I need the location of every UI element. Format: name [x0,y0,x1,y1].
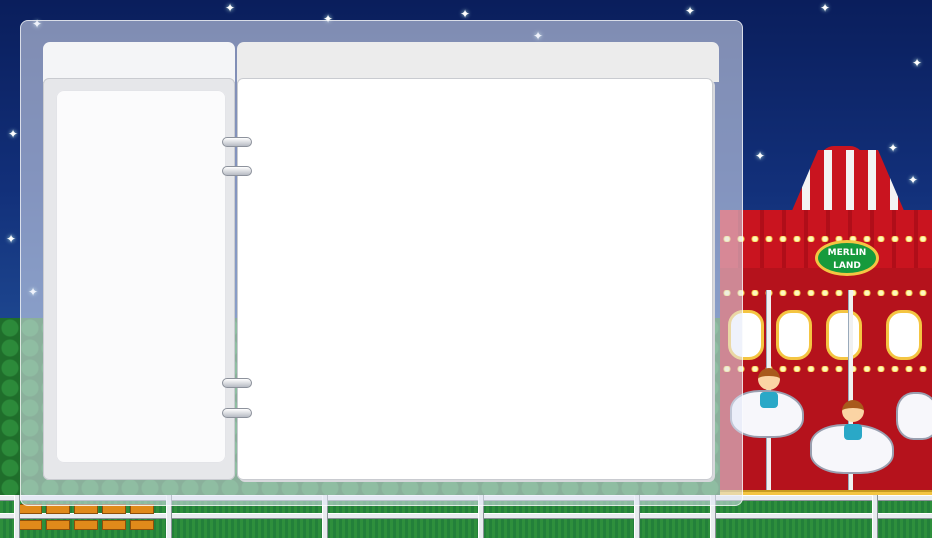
right-page-header [237,42,719,82]
fence-board [74,520,98,530]
fence-post [14,495,20,538]
fence-board [130,520,154,530]
right-content-area[interactable] [237,78,713,480]
carousel-mirror [886,310,922,360]
sign-line-2: LAND [833,261,861,271]
fence-board [18,520,42,530]
binder-ring-icon [222,408,252,418]
star-icon: ✦ [820,1,831,15]
merlin-land-sign: MERLIN LAND [815,240,879,276]
rider [760,392,778,408]
left-list-area[interactable] [56,90,226,463]
sign-line-1: MERLIN [827,248,867,258]
star-icon: ✦ [6,232,17,246]
binder-ring-icon [222,378,252,388]
carousel-mirror [826,310,862,360]
binder-ring-icon [222,137,252,147]
carousel-lights [720,236,932,242]
carousel-horse [896,392,932,440]
fence-board [46,520,70,530]
star-icon: ✦ [460,7,471,21]
merlin-land-carousel: MERLIN LAND [720,140,932,505]
fence-board [102,520,126,530]
star-icon: ✦ [225,1,236,15]
rider-head [842,400,864,422]
carousel-lights [720,290,932,296]
carousel-lights [720,366,932,372]
star-icon: ✦ [8,127,19,141]
star-icon: ✦ [912,56,923,70]
rider-head [758,368,780,390]
rider [844,424,862,440]
binder-ring-icon [222,166,252,176]
star-icon: ✦ [685,4,696,18]
carousel-mirror [776,310,812,360]
fence-post [872,495,878,538]
left-page-header [43,42,235,82]
